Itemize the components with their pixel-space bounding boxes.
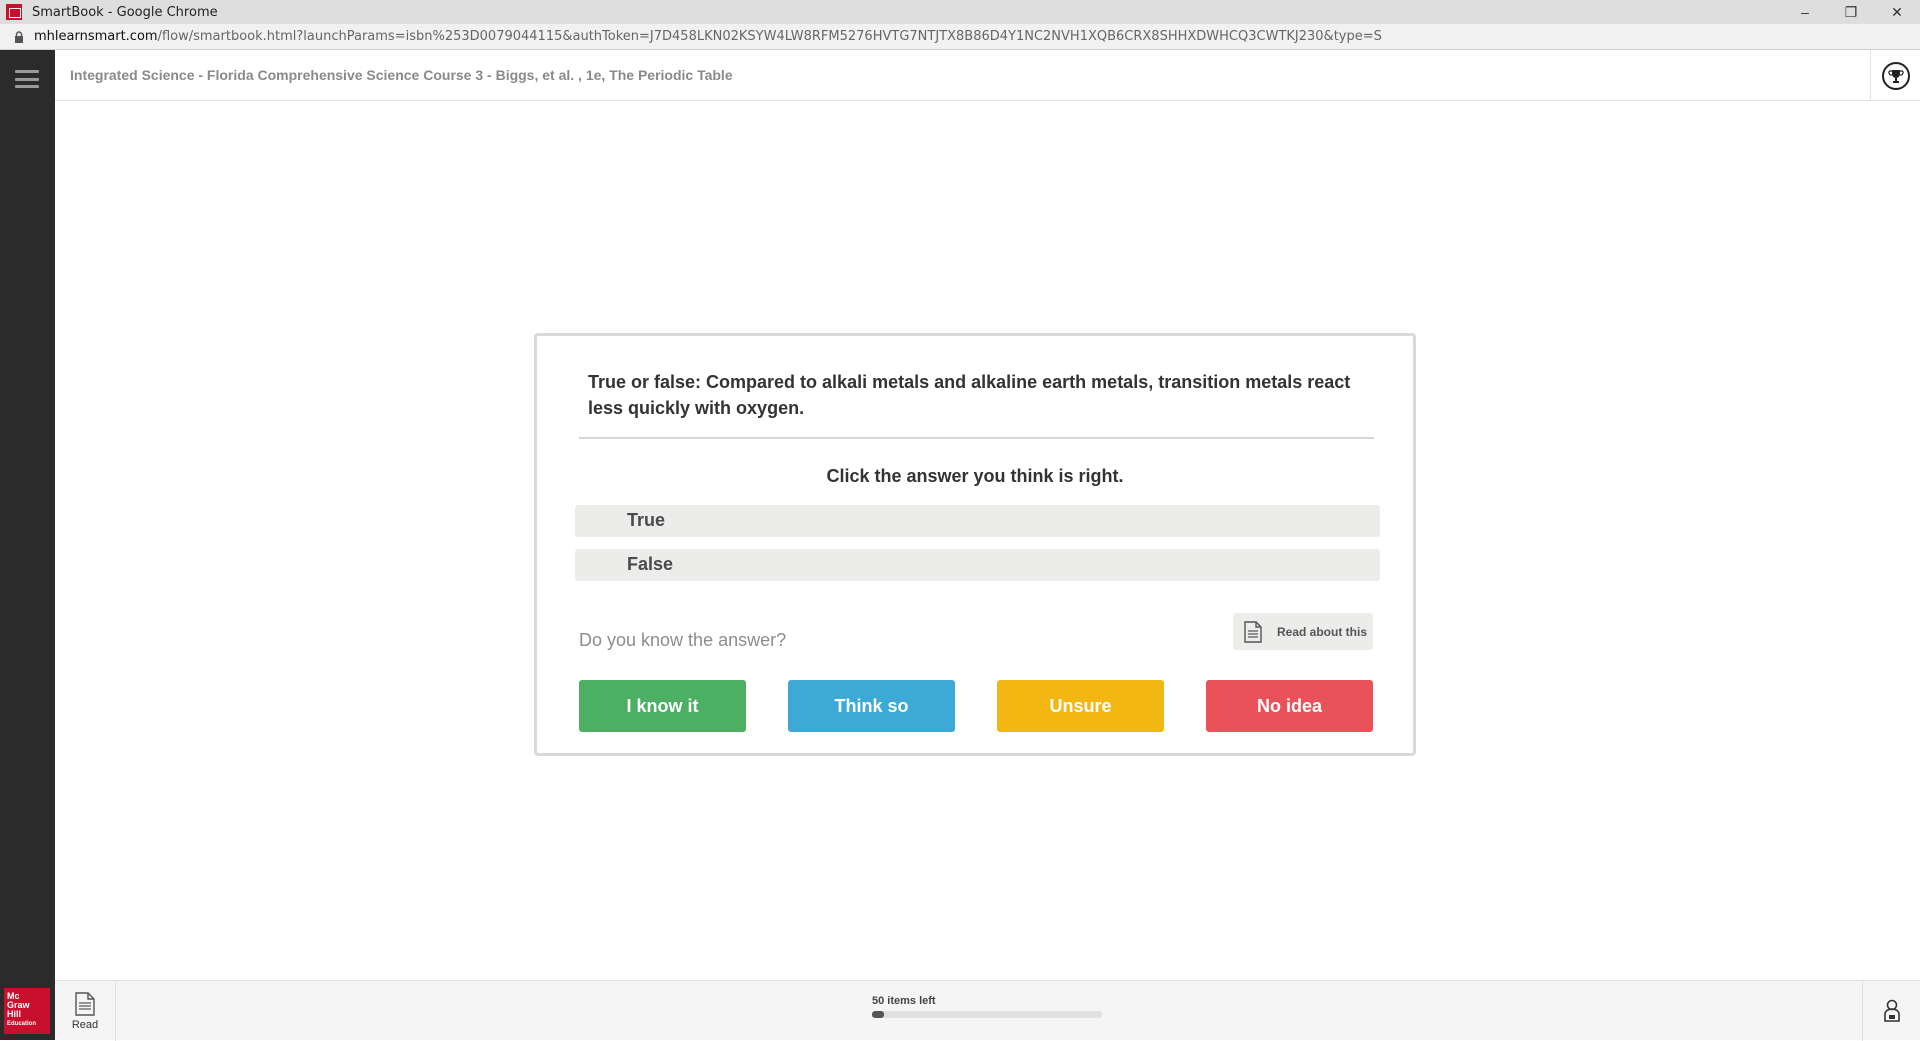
mcgraw-hill-favicon-icon	[6, 4, 22, 20]
read-document-icon	[75, 991, 95, 1016]
bottom-bar: Read 50 items left	[55, 980, 1920, 1041]
trophy-icon	[1881, 61, 1910, 90]
read-label: Read	[71, 1018, 99, 1031]
unsure-button[interactable]: Unsure	[997, 680, 1164, 732]
logo-line: Education	[7, 1021, 37, 1027]
hamburger-icon[interactable]	[15, 70, 39, 88]
lock-icon[interactable]	[10, 30, 28, 43]
user-profile-button[interactable]	[1862, 981, 1920, 1041]
items-left-text: 50 items left	[872, 995, 936, 1007]
minimize-button[interactable]: –	[1782, 0, 1828, 24]
url-path: /flow/smartbook.html?launchParams=isbn%2…	[157, 29, 1382, 44]
confidence-prompt: Do you know the answer?	[579, 630, 787, 650]
read-about-this-label: Read about this	[1277, 624, 1368, 639]
close-window-button[interactable]: ✕	[1874, 0, 1920, 24]
trophy-button[interactable]	[1870, 50, 1920, 101]
user-icon	[1883, 999, 1900, 1022]
read-about-this-button[interactable]: Read about this	[1233, 613, 1373, 650]
url-host: mhlearnsmart.com	[34, 29, 158, 44]
course-title: Integrated Science - Florida Comprehensi…	[70, 67, 733, 83]
browser-titlebar: SmartBook - Google Chrome – ❐ ✕	[0, 0, 1920, 24]
i-know-it-button[interactable]: I know it	[579, 680, 746, 732]
url-text[interactable]: mhlearnsmart.com/flow/smartbook.html?lau…	[34, 29, 1382, 44]
restore-button[interactable]: ❐	[1828, 0, 1874, 24]
window-title: SmartBook - Google Chrome	[32, 4, 218, 20]
mcgraw-hill-logo: Mc Graw Hill Education	[4, 988, 50, 1034]
progress-area: 50 items left	[872, 995, 1104, 1018]
card-divider	[579, 437, 1374, 439]
left-rail	[0, 50, 55, 1040]
question-prompt: True or false: Compared to alkali metals…	[588, 372, 1351, 418]
address-bar[interactable]: mhlearnsmart.com/flow/smartbook.html?lau…	[0, 24, 1920, 50]
progress-fill	[872, 1011, 884, 1018]
progress-bar	[872, 1011, 1102, 1018]
document-icon	[1244, 620, 1262, 643]
answer-option-false[interactable]: False	[575, 549, 1380, 581]
read-button[interactable]: Read	[55, 981, 116, 1041]
answer-instruction: Click the answer you think is right.	[826, 466, 1124, 486]
think-so-button[interactable]: Think so	[788, 680, 955, 732]
answer-option-true[interactable]: True	[575, 505, 1380, 537]
no-idea-button[interactable]: No idea	[1206, 680, 1373, 732]
app-header: Integrated Science - Florida Comprehensi…	[55, 50, 1920, 101]
logo-line: Hill	[7, 1009, 22, 1019]
window-controls: – ❐ ✕	[1782, 0, 1920, 24]
question-card: True or false: Compared to alkali metals…	[534, 333, 1416, 756]
